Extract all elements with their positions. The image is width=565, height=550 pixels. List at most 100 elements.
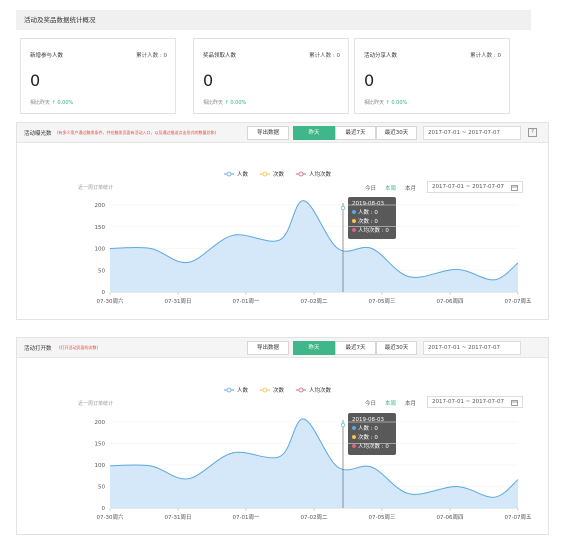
panel-note: (打开活动页面的次数) [59, 345, 99, 350]
legend-marker-icon [296, 171, 307, 177]
stat-card-new-participants: 新增参与人数 累计人数 : 0 0 相比昨天 ↑ 0.00% [20, 38, 176, 114]
chart-subtitle: 近一周订单统计 [78, 185, 114, 191]
panel-header: 活动曝光数 (有多少用户通过触发条件，并在触发页面有活动入口，以及通过推送点击形… [17, 123, 548, 143]
stat-total: 累计人数 : 0 [470, 53, 501, 59]
tooltip-row: 人数 : 0 [352, 209, 392, 218]
stat-total: 累计人数 : 0 [309, 53, 340, 59]
chart-legend: 人数 次数 人均次数 [224, 170, 331, 178]
chart-tooltip: 2019-08-03 人数 : 0 次数 : 0 人均次数 : 0 [348, 197, 396, 239]
stat-compare-label: 相比昨天 [30, 100, 51, 106]
tooltip-row: 人均次数 : 0 [352, 443, 392, 452]
range-30-days-button[interactable]: 最近30天 [376, 126, 417, 140]
legend-item[interactable]: 人均次数 [296, 386, 331, 394]
legend-label: 人均次数 [309, 172, 332, 178]
stat-compare: 相比昨天 ↑ 0.00% [30, 99, 73, 106]
legend-item[interactable]: 人均次数 [296, 170, 331, 178]
legend-label: 人均次数 [309, 388, 332, 394]
period-month[interactable]: 本月 [405, 184, 416, 192]
period-month[interactable]: 本月 [405, 399, 416, 407]
tooltip-value: 次数 : 0 [358, 219, 378, 225]
panel-opens: 活动打开数 (打开活动页面的次数) 导出数据 昨天 最近7天 最近30天 201… [16, 337, 549, 535]
chart-date-range-field[interactable]: 2017-07-01 ~ 2017-07-07 [427, 181, 523, 193]
up-arrow-icon: ↑ [224, 100, 229, 106]
stat-compare-value: 0.00% [230, 100, 247, 106]
legend-label: 次数 [273, 388, 285, 394]
legend-label: 人数 [237, 388, 249, 394]
legend-marker-icon [224, 171, 234, 177]
chart-date-range-text: 2017-07-01 ~ 2017-07-07 [432, 184, 505, 190]
chart-legend: 人数 次数 人均次数 [224, 386, 331, 394]
legend-marker-icon [260, 387, 271, 393]
range-yesterday-button[interactable]: 昨天 [293, 341, 335, 355]
period-week[interactable]: 本周 [385, 399, 396, 407]
stat-compare: 相比昨天 ↑ 0.00% [203, 99, 246, 106]
stat-value: 0 [203, 71, 214, 90]
avg-dot-icon [352, 444, 356, 448]
export-button[interactable]: 导出数据 [247, 341, 289, 355]
stat-label: 活动分享人数 [364, 53, 398, 59]
tooltip-value: 人数 : 0 [358, 210, 378, 216]
calendar-icon[interactable] [511, 399, 518, 406]
range-7-days-button[interactable]: 最近7天 [335, 341, 376, 355]
people-dot-icon [352, 426, 356, 430]
stat-compare-value: 0.00% [57, 100, 74, 106]
panel-header: 活动打开数 (打开活动页面的次数) 导出数据 昨天 最近7天 最近30天 201… [17, 338, 548, 358]
legend-item[interactable]: 人数 [224, 386, 248, 394]
tooltip-date: 2019-08-03 [352, 417, 384, 423]
tooltip-value: 次数 : 0 [358, 435, 378, 441]
people-dot-icon [352, 210, 356, 214]
range-yesterday-button[interactable]: 昨天 [293, 126, 335, 140]
date-range-field[interactable]: 2017-07-01 ~ 2017-07-07 [423, 126, 521, 140]
up-arrow-icon: ↑ [51, 100, 56, 106]
tooltip-date: 2019-08-03 [352, 201, 384, 207]
stat-value: 0 [30, 71, 41, 90]
legend-item[interactable]: 次数 [260, 170, 284, 178]
chart-date-range-text: 2017-07-01 ~ 2017-07-07 [432, 399, 505, 405]
period-week[interactable]: 本周 [385, 184, 396, 192]
period-today[interactable]: 今日 [365, 399, 376, 407]
tooltip-row: 人数 : 0 [352, 425, 392, 434]
stat-card-prize-claims: 奖品领取人数 累计人数 : 0 0 相比昨天 ↑ 0.00% [193, 38, 349, 114]
stat-compare: 相比昨天 ↑ 0.00% [364, 99, 407, 106]
stat-compare-label: 相比昨天 [203, 100, 224, 106]
avg-dot-icon [352, 228, 356, 232]
tooltip-value: 人数 : 0 [358, 426, 378, 432]
tooltip-row: 次数 : 0 [352, 218, 392, 227]
overview-title: 活动及奖品数据统计概况 [16, 10, 531, 30]
period-switch: 今日 本周 本月 [365, 399, 416, 407]
stat-label: 新增参与人数 [30, 53, 64, 59]
panel-title: 活动曝光数 [24, 131, 52, 137]
stat-compare-value: 0.00% [391, 100, 408, 106]
legend-label: 次数 [273, 172, 285, 178]
stat-label: 奖品领取人数 [203, 53, 237, 59]
tooltip-row: 人均次数 : 0 [352, 227, 392, 236]
period-switch: 今日 本周 本月 [365, 184, 416, 192]
stat-total: 累计人数 : 0 [136, 53, 167, 59]
tooltip-row: 次数 : 0 [352, 434, 392, 443]
up-arrow-icon: ↑ [385, 100, 390, 106]
legend-item[interactable]: 次数 [260, 386, 284, 394]
stat-compare-label: 相比昨天 [364, 100, 385, 106]
stat-value: 0 [364, 71, 375, 90]
chart-subtitle: 近一周订单统计 [78, 401, 114, 407]
calendar-icon[interactable] [511, 184, 518, 191]
help-icon[interactable]: ? [528, 128, 537, 137]
panel-exposure: 活动曝光数 (有多少用户通过触发条件，并在触发页面有活动入口，以及通过推送点击形… [16, 122, 549, 320]
date-range-field[interactable]: 2017-07-01 ~ 2017-07-07 [423, 341, 521, 355]
export-button[interactable]: 导出数据 [247, 126, 289, 140]
times-dot-icon [352, 219, 356, 223]
tooltip-value: 人均次数 : 0 [358, 228, 389, 234]
panel-title: 活动打开数 [24, 346, 52, 352]
legend-item[interactable]: 人数 [224, 170, 248, 178]
stat-card-shares: 活动分享人数 累计人数 : 0 0 相比昨天 ↑ 0.00% [354, 38, 510, 114]
range-7-days-button[interactable]: 最近7天 [335, 126, 376, 140]
tooltip-value: 人均次数 : 0 [358, 444, 389, 450]
panel-note: (有多少用户通过触发条件，并在触发页面有活动入口，以及通过推送点击形式的数量总和… [57, 130, 217, 135]
chart-tooltip: 2019-08-03 人数 : 0 次数 : 0 人均次数 : 0 [348, 413, 396, 455]
legend-marker-icon [224, 387, 234, 393]
range-30-days-button[interactable]: 最近30天 [376, 341, 417, 355]
legend-marker-icon [296, 387, 307, 393]
legend-label: 人数 [237, 172, 249, 178]
chart-date-range-field[interactable]: 2017-07-01 ~ 2017-07-07 [427, 396, 523, 408]
period-today[interactable]: 今日 [365, 184, 376, 192]
